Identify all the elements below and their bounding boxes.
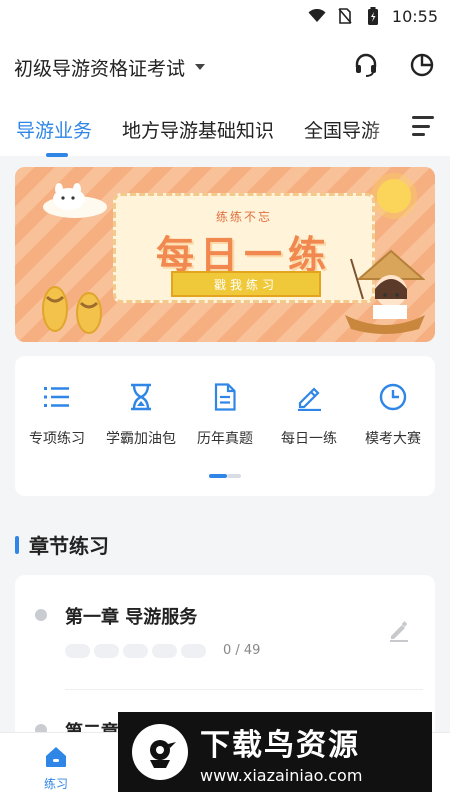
battery-icon: [364, 7, 382, 25]
tab-guide-business[interactable]: 导游业务: [16, 102, 93, 157]
pie-chart-icon: [409, 52, 435, 82]
feature-mock-exam[interactable]: 模考大赛: [351, 382, 435, 448]
banner-card: 练练不忘 每日一练 戳我练习: [113, 193, 375, 303]
exam-selector[interactable]: 初级导游资格证考试: [14, 54, 206, 81]
chapter-status-dot: [35, 609, 47, 621]
headset-icon: [353, 52, 379, 82]
statistics-button[interactable]: [408, 53, 436, 81]
page-dot-active: [209, 474, 227, 478]
caret-down-icon: [195, 64, 206, 70]
home-icon: [44, 745, 68, 769]
tab-label: 地方导游基础知识: [122, 120, 275, 142]
feature-label: 每日一练: [281, 431, 337, 447]
clock-icon: [378, 382, 408, 412]
feature-booster-pack[interactable]: 学霸加油包: [99, 382, 183, 448]
nav-practice[interactable]: 练习: [28, 745, 84, 792]
page-dot: [227, 474, 241, 478]
hourglass-icon: [126, 382, 156, 412]
no-sim-icon: [336, 8, 354, 24]
section-accent-bar: [15, 535, 19, 554]
chapter-item[interactable]: 第一章 导游服务 0 / 49: [15, 575, 435, 690]
feature-label: 专项练习: [29, 431, 85, 447]
feature-panel: 专项练习 学霸加油包 历年真题 每日一练 模考大赛: [15, 356, 435, 496]
clock-time: 10:55: [391, 6, 438, 26]
feature-daily-practice[interactable]: 每日一练: [267, 382, 351, 448]
feature-label: 模考大赛: [365, 431, 421, 447]
list-icon: [42, 382, 72, 412]
watermark-overlay: 下载鸟资源 www.xiazainiao.com: [118, 712, 432, 792]
bunny-illustration: [43, 183, 107, 218]
customer-service-button[interactable]: [352, 53, 380, 81]
chapter-progress-count: 0 / 49: [223, 643, 261, 658]
section-title: 章节练习: [29, 534, 109, 558]
document-icon: [210, 382, 240, 412]
tab-menu-icon[interactable]: [412, 116, 434, 136]
start-practice-button[interactable]: 戳我练习: [171, 271, 321, 297]
sun-illustration: [377, 179, 411, 213]
feature-past-papers[interactable]: 历年真题: [183, 382, 267, 448]
tab-local-knowledge[interactable]: 地方导游基础知识: [122, 102, 274, 143]
section-header: 章节练习: [15, 530, 109, 559]
feature-special-practice[interactable]: 专项练习: [15, 382, 99, 448]
banner-subtitle: 练练不忘: [215, 210, 272, 224]
pencil-icon: [294, 382, 324, 412]
watermark-url: www.xiazainiao.com: [200, 765, 363, 785]
subject-tabs: 导游业务 地方导游基础知识 全国导游: [0, 102, 450, 157]
active-tab-indicator: [46, 153, 68, 157]
girl-in-boat-illustration: [345, 249, 425, 334]
watermark-logo: [132, 724, 188, 780]
header: 初级导游资格证考试: [0, 32, 450, 102]
exam-title: 初级导游资格证考试: [14, 57, 186, 80]
feature-label: 学霸加油包: [106, 431, 176, 447]
chapter-name: 第一章 导游服务: [65, 607, 198, 628]
tab-label: 导游业务: [16, 120, 93, 142]
wifi-icon: [308, 8, 326, 24]
edit-icon[interactable]: [387, 619, 411, 643]
daily-practice-banner[interactable]: 练练不忘 每日一练 戳我练习: [15, 167, 435, 342]
page-indicator: [209, 474, 241, 478]
chapter-progress-bar: [65, 644, 206, 658]
slippers-illustration: [42, 286, 102, 334]
watermark-title: 下载鸟资源: [200, 727, 360, 763]
feature-label: 历年真题: [197, 431, 253, 447]
tab-fade: [366, 102, 406, 156]
nav-label: 练习: [43, 777, 68, 791]
status-bar: 10:55: [0, 0, 450, 32]
